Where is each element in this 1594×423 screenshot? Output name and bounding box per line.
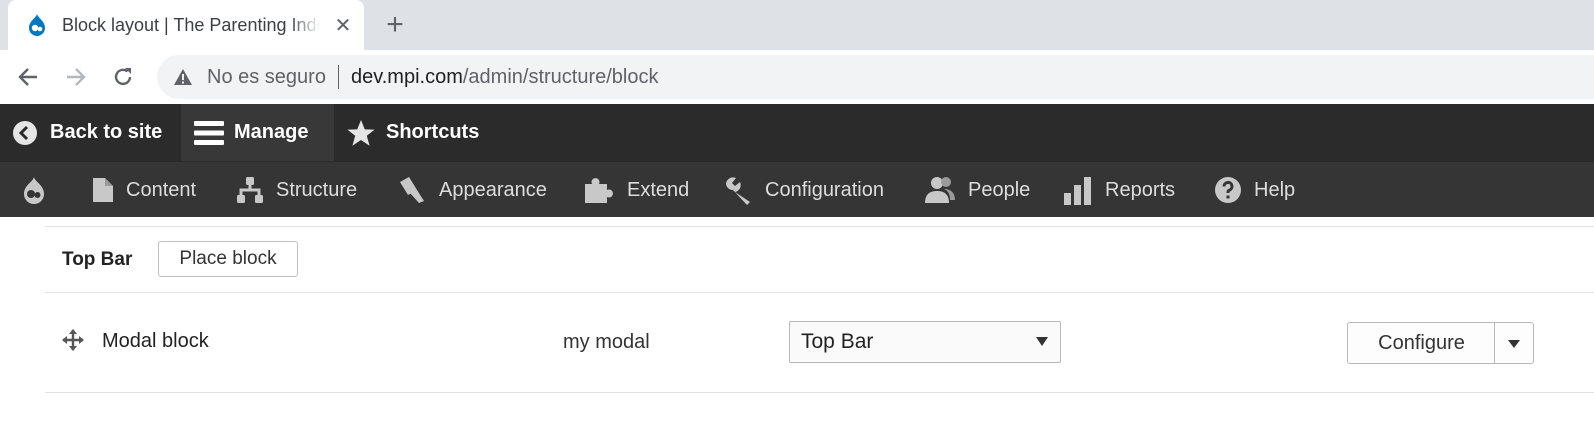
tray-item-extend[interactable]: Extend	[583, 162, 689, 218]
configure-button[interactable]: Configure	[1347, 322, 1495, 364]
tray-item-label: Reports	[1105, 178, 1176, 201]
divider	[45, 226, 1594, 227]
tray-item-structure[interactable]: Structure	[236, 162, 357, 218]
file-icon	[93, 178, 113, 202]
url-host: dev.mpi.com	[350, 65, 463, 88]
drag-handle-icon[interactable]	[62, 329, 84, 351]
back-arrow-icon[interactable]	[12, 61, 44, 93]
new-tab-icon[interactable]: +	[380, 8, 410, 41]
tray-item-label: Help	[1254, 178, 1296, 201]
forward-arrow-icon[interactable]	[60, 61, 92, 93]
sitemap-icon	[237, 177, 263, 203]
reload-icon[interactable]	[107, 61, 139, 93]
tray-item-label: Extend	[627, 178, 690, 201]
tray-item-help[interactable]: Help	[1214, 162, 1295, 218]
tray-item-configuration[interactable]: Configuration	[723, 162, 884, 218]
back-to-site-link[interactable]: Back to site	[0, 104, 181, 161]
tray-item-label: Configuration	[765, 178, 884, 201]
tray-item-label: People	[968, 178, 1031, 201]
browser-nav-bar: No es seguro dev.mpi.com/admin/structure…	[0, 50, 1594, 104]
manage-label: Manage	[234, 121, 309, 143]
tray-item-content[interactable]: Content	[92, 162, 196, 218]
manage-tab[interactable]: Manage	[181, 104, 334, 161]
region-select[interactable]: Top Bar	[789, 321, 1061, 363]
star-icon	[347, 119, 375, 146]
tray-item-reports[interactable]: Reports	[1063, 162, 1175, 218]
url-path: /admin/structure/block	[462, 65, 659, 88]
bar-chart-icon	[1064, 177, 1091, 205]
admin-toolbar-tray: Content Structure Appearance Extend Conf…	[0, 161, 1594, 217]
divider	[45, 392, 1594, 393]
people-icon	[925, 177, 955, 203]
tray-item-label: Structure	[276, 178, 358, 201]
close-tab-icon[interactable]: ✕	[330, 12, 356, 38]
chevron-down-icon	[1508, 340, 1520, 348]
block-category: my modal	[563, 331, 650, 353]
hamburger-icon	[194, 120, 224, 145]
security-status: No es seguro	[207, 65, 326, 88]
chevron-left-circle-icon	[13, 120, 37, 145]
tab-title: Block layout | The Parenting Index	[62, 14, 320, 35]
drupal-home-icon[interactable]	[22, 162, 58, 218]
help-icon	[1215, 177, 1241, 203]
drupal-favicon-icon	[26, 13, 48, 37]
wrench-icon	[726, 177, 750, 205]
browser-tab[interactable]: Block layout | The Parenting Index ✕	[8, 0, 364, 50]
operations-dropdown-toggle[interactable]	[1494, 322, 1534, 364]
tray-item-people[interactable]: People	[924, 162, 1030, 218]
puzzle-icon	[585, 178, 613, 203]
block-name: Modal block	[102, 330, 209, 352]
region-title: Top Bar	[62, 249, 133, 270]
block-layout-content: Top Bar Place block Modal block my modal…	[0, 217, 1594, 423]
shortcuts-label: Shortcuts	[386, 121, 480, 143]
admin-toolbar: Back to site Manage Shortcuts	[0, 104, 1594, 161]
browser-tab-strip: Block layout | The Parenting Index ✕ +	[0, 0, 1594, 50]
back-to-site-label: Back to site	[50, 121, 163, 143]
place-block-button[interactable]: Place block	[158, 241, 298, 277]
divider	[337, 65, 339, 89]
paintbrush-icon	[400, 177, 424, 203]
tray-item-appearance[interactable]: Appearance	[397, 162, 547, 218]
warning-icon[interactable]	[173, 67, 193, 87]
shortcuts-tab[interactable]: Shortcuts	[334, 104, 479, 161]
tray-item-label: Content	[126, 178, 197, 201]
region-select-value: Top Bar	[801, 330, 874, 353]
dropdown-arrow-icon	[1036, 337, 1048, 346]
divider	[45, 292, 1594, 293]
address-bar[interactable]: No es seguro dev.mpi.com/admin/structure…	[157, 55, 1594, 99]
tray-item-label: Appearance	[439, 178, 547, 201]
